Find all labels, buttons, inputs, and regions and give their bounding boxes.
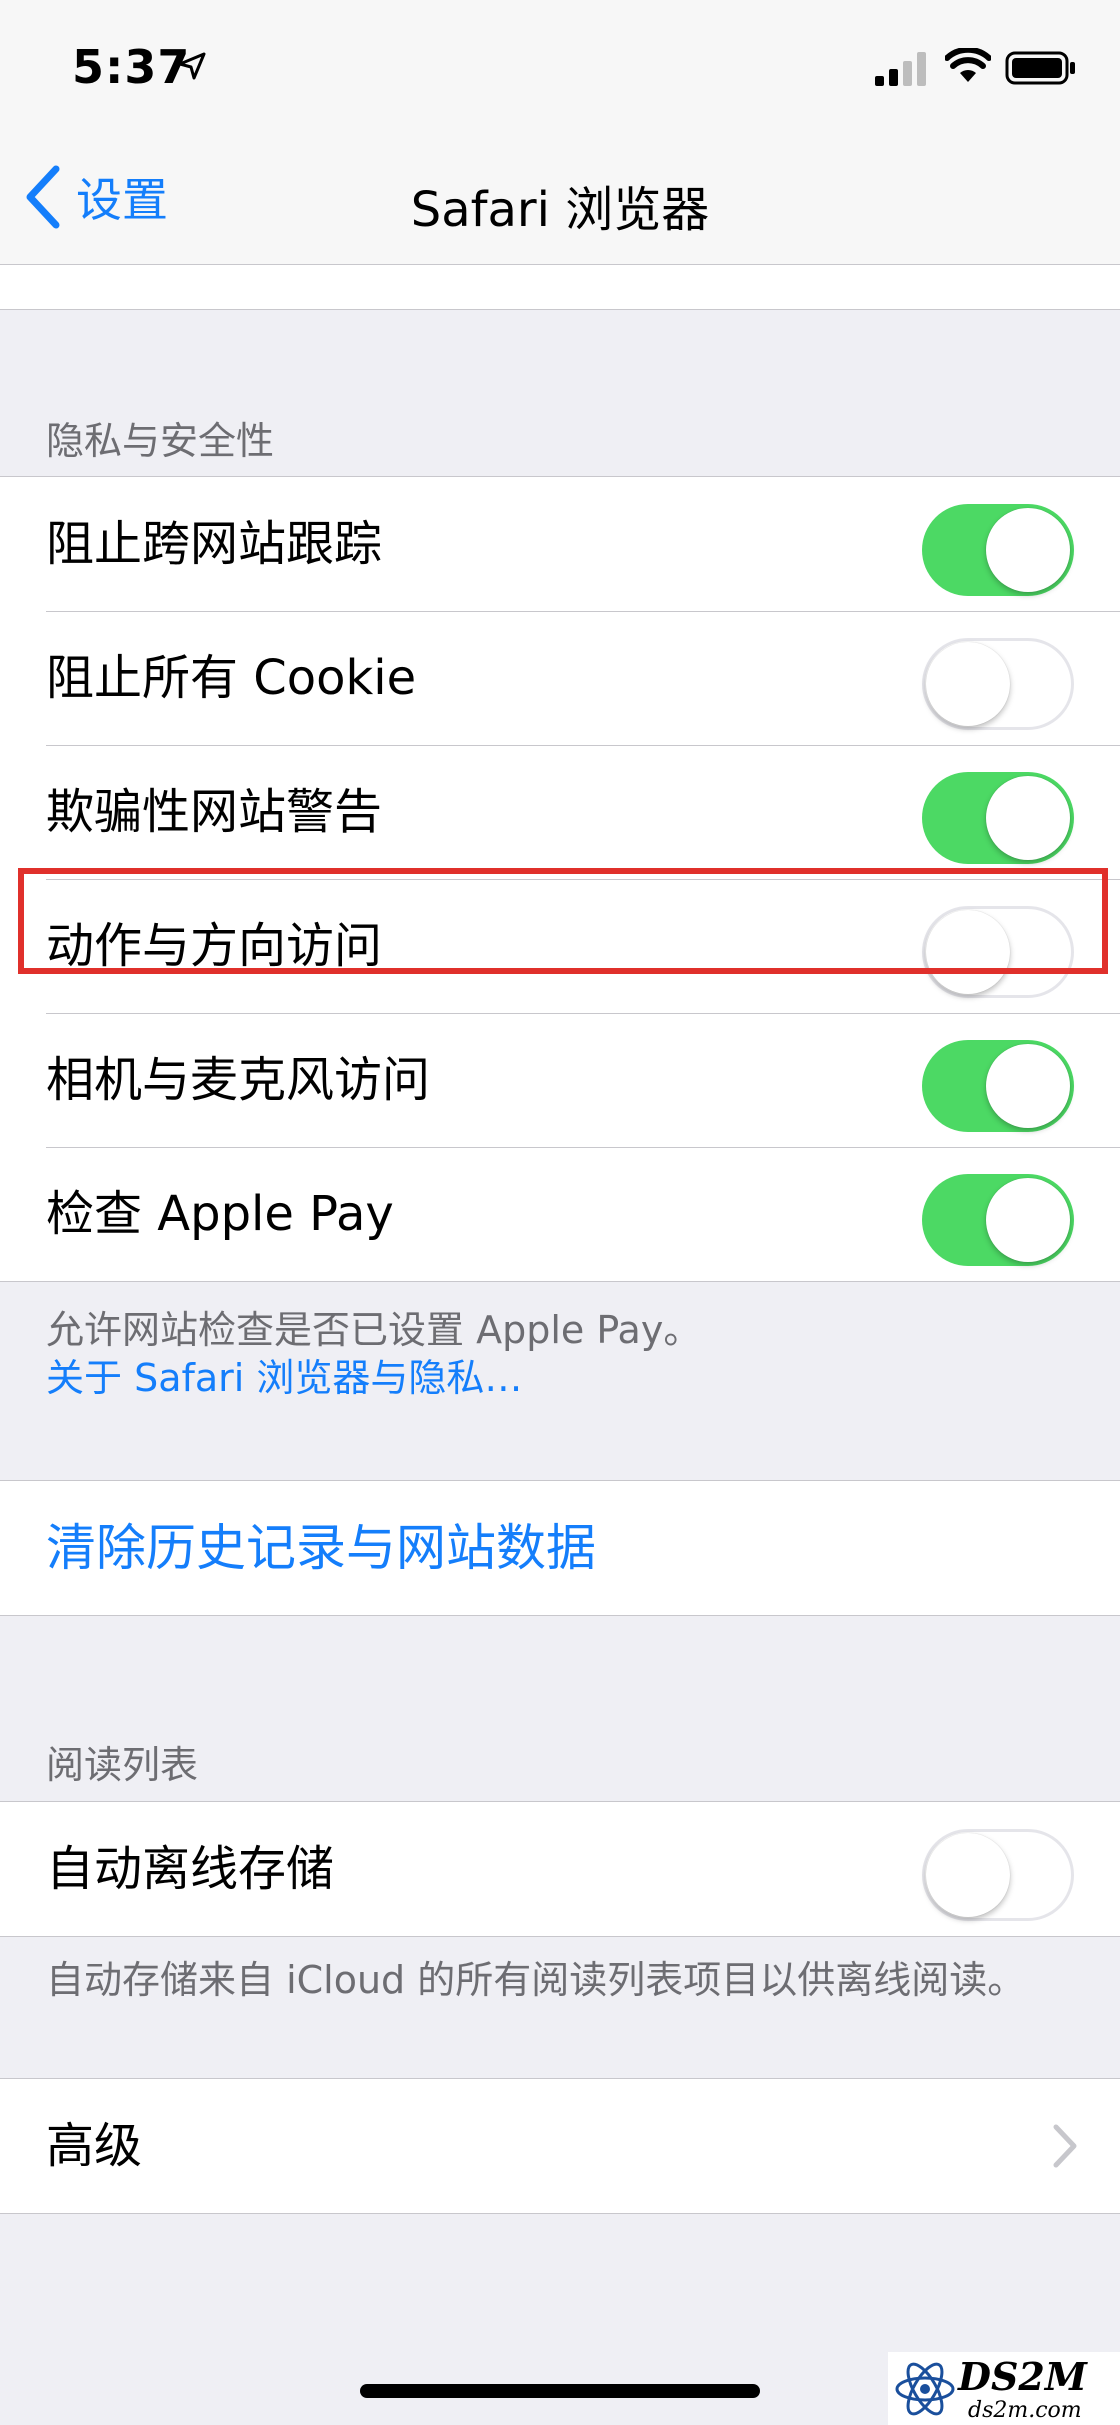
section-header-reading-list: 阅读列表 bbox=[46, 1743, 199, 1787]
scrolled-row-remnant bbox=[0, 265, 1120, 310]
row-label: 自动离线存储 bbox=[46, 1841, 335, 1897]
wifi-icon bbox=[945, 48, 991, 82]
row-label: 欺骗性网站警告 bbox=[46, 784, 383, 840]
row-auto-save-offline[interactable]: 自动离线存储 bbox=[0, 1802, 1120, 1936]
toggle-auto-save-offline[interactable] bbox=[922, 1829, 1074, 1921]
home-indicator[interactable] bbox=[360, 2384, 760, 2398]
row-label: 阻止跨网站跟踪 bbox=[46, 516, 383, 572]
location-arrow-icon bbox=[178, 52, 206, 80]
navigation-bar: 设置 Safari 浏览器 bbox=[0, 140, 1120, 265]
highlight-annotation-box bbox=[18, 868, 1108, 974]
row-label: 检查 Apple Pay bbox=[46, 1186, 394, 1242]
reading-list-footer: 自动存储来自 iCloud 的所有阅读列表项目以供离线阅读。 bbox=[46, 1958, 1026, 2002]
advanced-group: 高级 bbox=[0, 2078, 1120, 2214]
battery-icon bbox=[1005, 51, 1075, 85]
watermark-subtext: ds2m.com bbox=[968, 2398, 1082, 2423]
about-privacy-link[interactable]: 关于 Safari 浏览器与隐私… bbox=[46, 1354, 701, 1402]
toggle-knob bbox=[986, 776, 1070, 860]
clear-history-group: 清除历史记录与网站数据 bbox=[0, 1480, 1120, 1616]
privacy-footer-text: 允许网站检查是否已设置 Apple Pay。 bbox=[46, 1308, 702, 1352]
status-bar: 5:37 bbox=[0, 0, 1120, 140]
atom-logo-icon bbox=[895, 2362, 955, 2416]
toggle-block-all-cookies[interactable] bbox=[922, 638, 1074, 730]
row-fraudulent-website-warning[interactable]: 欺骗性网站警告 bbox=[0, 745, 1120, 879]
row-check-apple-pay[interactable]: 检查 Apple Pay bbox=[0, 1147, 1120, 1281]
clear-history-label: 清除历史记录与网站数据 bbox=[46, 1519, 596, 1577]
toggle-check-apple-pay[interactable] bbox=[922, 1174, 1074, 1266]
row-label: 相机与麦克风访问 bbox=[46, 1052, 431, 1108]
watermark-text: DS2M bbox=[958, 2354, 1087, 2399]
privacy-footer: 允许网站检查是否已设置 Apple Pay。 关于 Safari 浏览器与隐私… bbox=[46, 1306, 701, 1402]
chevron-right-icon bbox=[1053, 2124, 1077, 2168]
toggle-knob bbox=[986, 508, 1070, 592]
page-title: Safari 浏览器 bbox=[410, 182, 710, 238]
toggle-knob bbox=[986, 1044, 1070, 1128]
row-label: 高级 bbox=[46, 2118, 143, 2174]
row-advanced[interactable]: 高级 bbox=[0, 2079, 1120, 2213]
toggle-camera-microphone-access[interactable] bbox=[922, 1040, 1074, 1132]
clear-history-button[interactable]: 清除历史记录与网站数据 bbox=[0, 1481, 1120, 1615]
toggle-block-cross-site-tracking[interactable] bbox=[922, 504, 1074, 596]
toggle-knob bbox=[926, 1833, 1010, 1917]
row-block-all-cookies[interactable]: 阻止所有 Cookie bbox=[0, 611, 1120, 745]
toggle-knob bbox=[926, 642, 1010, 726]
status-time: 5:37 bbox=[72, 40, 191, 94]
toggle-fraudulent-website-warning[interactable] bbox=[922, 772, 1074, 864]
row-label: 阻止所有 Cookie bbox=[46, 650, 417, 706]
toggle-knob bbox=[986, 1178, 1070, 1262]
row-block-cross-site-tracking[interactable]: 阻止跨网站跟踪 bbox=[0, 477, 1120, 611]
cellular-signal-icon bbox=[875, 52, 926, 86]
watermark-logo: DS2M ds2m.com bbox=[888, 2352, 1120, 2425]
section-header-privacy: 隐私与安全性 bbox=[46, 419, 275, 463]
row-camera-microphone-access[interactable]: 相机与麦克风访问 bbox=[0, 1013, 1120, 1147]
reading-list-group: 自动离线存储 bbox=[0, 1801, 1120, 1937]
